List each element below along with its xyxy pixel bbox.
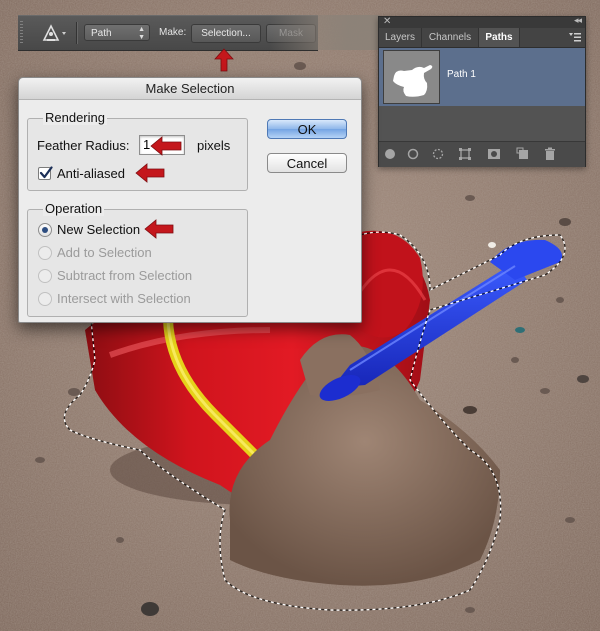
paths-panel: ✕ ◂◂ Layers Channels Paths Path 1 (378, 15, 586, 167)
radio-subtract-from-selection[interactable] (38, 269, 52, 283)
panel-header[interactable]: ✕ ◂◂ (379, 15, 585, 28)
path-thumbnail (383, 50, 440, 104)
feather-radius-label: Feather Radius: (37, 138, 130, 153)
radio-intersect-with-selection[interactable] (38, 292, 52, 306)
feather-unit-label: pixels (197, 138, 231, 153)
load-as-selection-icon[interactable] (431, 147, 445, 161)
annotation-arrow-anti-aliased (135, 163, 165, 183)
collapse-icon[interactable]: ◂◂ (574, 15, 582, 26)
panel-footer (379, 141, 585, 167)
make-mask-button[interactable]: Mask (266, 24, 316, 43)
annotation-arrow-new-selection (144, 219, 174, 239)
separator (76, 22, 78, 44)
ok-button[interactable]: OK (267, 119, 347, 139)
tab-paths[interactable]: Paths (479, 28, 520, 47)
operation-group-title: Operation (43, 201, 105, 216)
tab-channels[interactable]: Channels (422, 28, 479, 47)
tool-mode-select[interactable]: Path ▲ ▼ (84, 24, 150, 41)
tool-mode-value: Path (91, 28, 112, 39)
stroke-path-icon[interactable] (406, 147, 420, 161)
radio-add-to-selection[interactable] (38, 246, 52, 260)
panel-menu-icon[interactable] (569, 32, 581, 42)
chevron-up-down-icon: ▲ ▼ (138, 26, 145, 41)
radio-dot (42, 227, 48, 233)
new-path-icon[interactable] (516, 147, 530, 161)
make-work-path-icon[interactable] (458, 147, 472, 161)
make-selection-dialog: Make Selection Rendering Feather Radius:… (18, 77, 362, 323)
pen-tool-icon[interactable] (35, 22, 67, 44)
intersect-with-selection-label: Intersect with Selection (57, 291, 191, 306)
cancel-button[interactable]: Cancel (267, 153, 347, 173)
new-selection-label: New Selection (57, 222, 141, 237)
options-bar-grip[interactable] (20, 21, 23, 45)
path-list-item[interactable]: Path 1 (379, 48, 585, 106)
rendering-group-title: Rendering (43, 110, 107, 125)
close-icon[interactable]: ✕ (383, 16, 391, 27)
delete-icon[interactable] (543, 147, 557, 161)
dialog-title[interactable]: Make Selection (19, 78, 361, 100)
add-mask-icon[interactable] (487, 147, 501, 161)
annotation-arrow-up (214, 48, 234, 72)
path-name: Path 1 (447, 69, 476, 80)
subtract-from-selection-label: Subtract from Selection (57, 268, 193, 283)
checkmark-icon (39, 166, 53, 179)
make-selection-button[interactable]: Selection... (191, 24, 261, 43)
panel-tabs: Layers Channels Paths (379, 28, 585, 48)
make-label: Make: (159, 27, 187, 38)
annotation-arrow-feather (150, 136, 182, 156)
anti-aliased-checkbox[interactable] (38, 166, 53, 180)
fill-path-icon[interactable] (383, 147, 397, 161)
anti-aliased-label: Anti-aliased (57, 166, 125, 181)
tab-layers[interactable]: Layers (379, 28, 422, 47)
add-to-selection-label: Add to Selection (57, 245, 152, 260)
radio-new-selection[interactable] (38, 223, 52, 237)
options-bar: Path ▲ ▼ Make: Selection... Mask (18, 15, 318, 51)
